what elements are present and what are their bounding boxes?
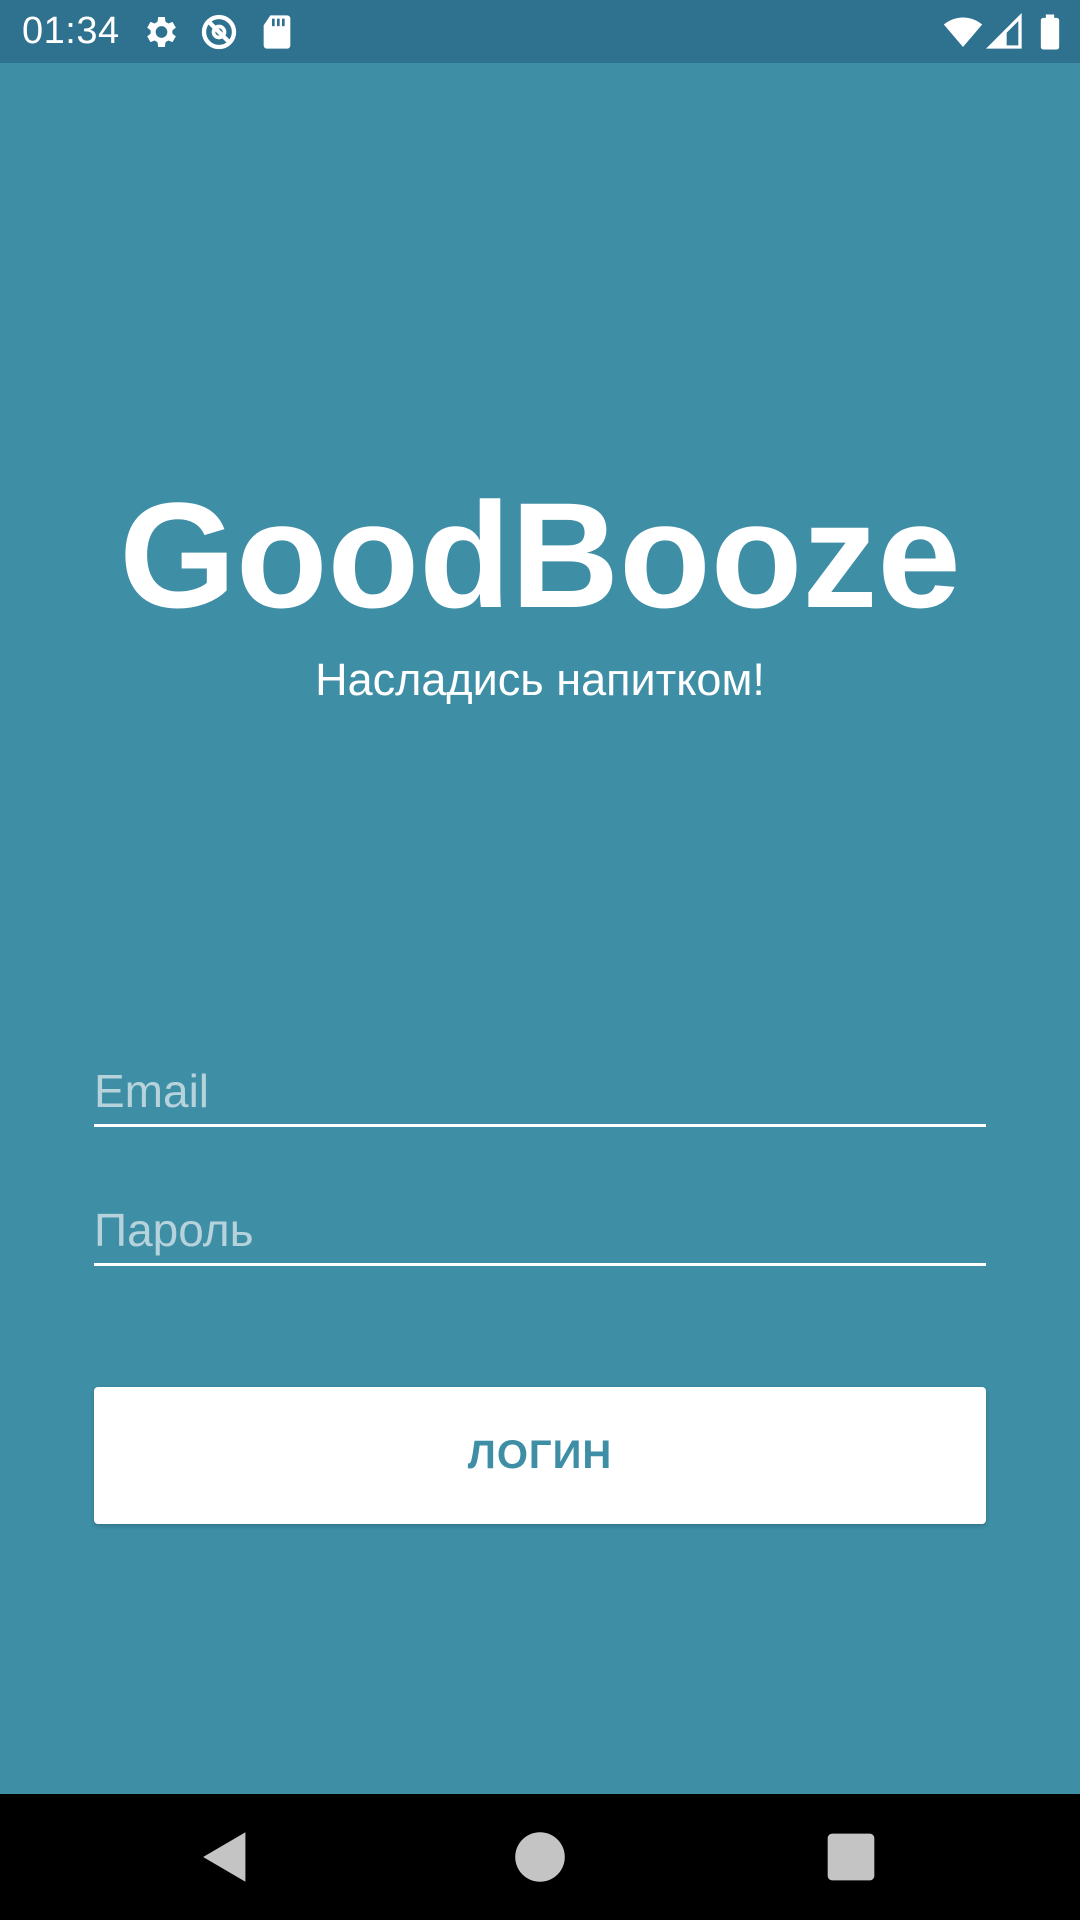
home-icon[interactable] bbox=[505, 1822, 575, 1892]
status-time: 01:34 bbox=[22, 10, 120, 52]
app-title: GoodBooze bbox=[119, 471, 961, 639]
email-input[interactable] bbox=[94, 1058, 986, 1124]
status-bar: 01:34 bbox=[0, 0, 1080, 63]
settings-icon bbox=[140, 12, 180, 52]
battery-icon bbox=[1030, 12, 1070, 52]
navigation-bar bbox=[0, 1794, 1080, 1920]
password-field-container bbox=[94, 1197, 986, 1266]
email-field-container bbox=[94, 1058, 986, 1127]
app-subtitle: Насладись напитком! bbox=[315, 654, 765, 705]
signal-icon bbox=[985, 12, 1025, 52]
login-screen: 01:34 GoodBooze Насладись напитком! ЛОГИ… bbox=[0, 0, 1080, 1920]
do-not-disturb-icon bbox=[199, 12, 239, 52]
sd-card-icon bbox=[257, 12, 297, 52]
password-input[interactable] bbox=[94, 1197, 986, 1263]
back-icon[interactable] bbox=[190, 1822, 260, 1892]
wifi-icon bbox=[943, 12, 983, 52]
recents-icon[interactable] bbox=[816, 1822, 886, 1892]
login-button[interactable]: ЛОГИН bbox=[94, 1387, 986, 1524]
